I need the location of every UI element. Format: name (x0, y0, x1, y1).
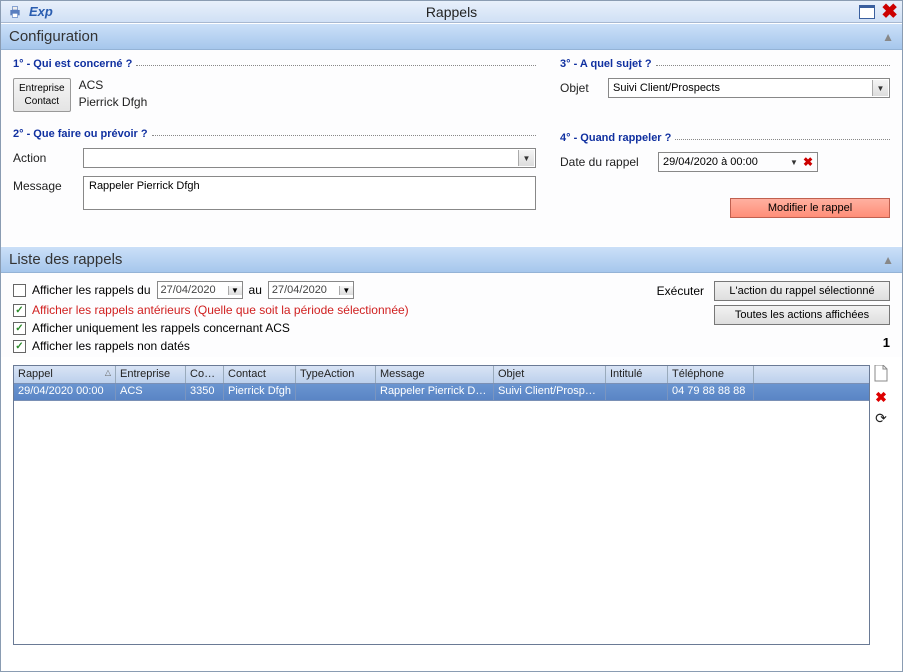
window-title: Rappels (1, 4, 902, 20)
td-int (606, 384, 668, 400)
collapse-triangle-icon[interactable]: ▲ (882, 253, 894, 267)
chevron-down-icon: ▼ (339, 286, 353, 295)
chk-afficher-du-label: Afficher les rappels du (32, 283, 151, 297)
td-entreprise: ACS (116, 384, 186, 400)
q2-fieldset: 2° - Que faire ou prévoir ? Action ▼ Mes… (13, 128, 536, 210)
objet-value: Suivi Client/Prospects (613, 82, 720, 94)
q1-legend: 1° - Qui est concerné ? (13, 58, 132, 70)
td-msg: Rappeler Pierrick Dfgh (376, 384, 494, 400)
chk-acs[interactable] (13, 322, 26, 335)
td-contact: Pierrick Dfgh (224, 384, 296, 400)
date-rappel-input[interactable]: 29/04/2020 à 00:00 ▼ ✖ (658, 152, 818, 172)
date-label: Date du rappel (560, 155, 650, 169)
th-intitule[interactable]: Intitulé (606, 366, 668, 383)
liste-section-title: Liste des rappels (9, 251, 122, 268)
th-message[interactable]: Message (376, 366, 494, 383)
objet-label: Objet (560, 81, 598, 95)
date-rappel-value: 29/04/2020 à 00:00 (661, 156, 787, 168)
q1-fieldset: 1° - Qui est concerné ? Entreprise Conta… (13, 58, 536, 112)
table-wrap: Rappel△ Entreprise Conta Contact TypeAct… (13, 365, 890, 645)
collapse-triangle-icon[interactable]: ▲ (882, 30, 894, 44)
liste-section-header[interactable]: Liste des rappels ▲ (1, 246, 902, 273)
printer-icon (5, 4, 25, 20)
config-body: 1° - Qui est concerné ? Entreprise Conta… (1, 50, 902, 246)
table-header: Rappel△ Entreprise Conta Contact TypeAct… (14, 366, 869, 384)
chevron-down-icon: ▼ (518, 150, 534, 166)
restore-icon[interactable] (859, 5, 875, 19)
rappels-table[interactable]: Rappel△ Entreprise Conta Contact TypeAct… (13, 365, 870, 645)
td-type (296, 384, 376, 400)
th-entreprise[interactable]: Entreprise (116, 366, 186, 383)
q4-fieldset: 4° - Quand rappeler ? Date du rappel 29/… (560, 132, 890, 218)
th-objet[interactable]: Objet (494, 366, 606, 383)
window: Exp Rappels ✖ Configuration ▲ 1° - Qui e… (0, 0, 903, 672)
th-telephone[interactable]: Téléphone (668, 366, 754, 383)
clear-date-icon[interactable]: ✖ (801, 155, 815, 169)
q2-legend: 2° - Que faire ou prévoir ? (13, 128, 148, 140)
q3-fieldset: 3° - A quel sujet ? Objet Suivi Client/P… (560, 58, 890, 98)
liste-body: Afficher les rappels du 27/04/2020▼ au 2… (1, 273, 902, 357)
entreprise-contact-button[interactable]: Entreprise Contact (13, 78, 71, 112)
date-from-input[interactable]: 27/04/2020▼ (157, 281, 243, 299)
chk-anterieurs-label: Afficher les rappels antérieurs (Quelle … (32, 303, 409, 317)
chk-afficher-du[interactable] (13, 284, 26, 297)
td-cid: 3350 (186, 384, 224, 400)
th-rappel[interactable]: Rappel△ (14, 366, 116, 383)
sort-asc-icon: △ (105, 368, 111, 377)
q4-legend: 4° - Quand rappeler ? (560, 132, 671, 144)
delete-icon[interactable]: ✖ (875, 389, 887, 406)
config-section-title: Configuration (9, 28, 98, 45)
au-label: au (249, 283, 262, 297)
th-contact-id[interactable]: Conta (186, 366, 224, 383)
q3-legend: 3° - A quel sujet ? (560, 58, 652, 70)
th-typeaction[interactable]: TypeAction (296, 366, 376, 383)
message-input[interactable] (83, 176, 536, 210)
config-section-header[interactable]: Configuration ▲ (1, 23, 902, 50)
executer-label: Exécuter (657, 284, 704, 298)
chevron-down-icon: ▼ (228, 286, 242, 295)
app-brand: Exp (29, 4, 53, 19)
action-label: Action (13, 151, 73, 165)
entreprise-value: ACS (79, 78, 148, 92)
refresh-icon[interactable]: ⟳ (875, 410, 887, 427)
close-icon[interactable]: ✖ (881, 5, 898, 19)
titlebar: Exp Rappels ✖ (1, 1, 902, 23)
chevron-down-icon: ▼ (872, 80, 888, 96)
contact-value: Pierrick Dfgh (79, 95, 148, 109)
td-tel: 04 79 88 88 88 (668, 384, 754, 400)
action-combo[interactable]: ▼ (83, 148, 536, 168)
date-to-input[interactable]: 27/04/2020▼ (268, 281, 354, 299)
result-count: 1 (714, 335, 890, 350)
chevron-down-icon[interactable]: ▼ (787, 158, 801, 167)
objet-combo[interactable]: Suivi Client/Prospects ▼ (608, 78, 890, 98)
table-row[interactable]: 29/04/2020 00:00 ACS 3350 Pierrick Dfgh … (14, 384, 869, 401)
chk-anterieurs[interactable] (13, 304, 26, 317)
td-obj: Suivi Client/Prospects (494, 384, 606, 400)
new-doc-icon[interactable] (874, 365, 888, 385)
chk-acs-label: Afficher uniquement les rappels concerna… (32, 321, 290, 335)
exec-all-button[interactable]: Toutes les actions affichées (714, 305, 890, 325)
chk-nondates[interactable] (13, 340, 26, 353)
message-label: Message (13, 176, 73, 193)
th-contact[interactable]: Contact (224, 366, 296, 383)
chk-nondates-label: Afficher les rappels non datés (32, 339, 190, 353)
modifier-rappel-button[interactable]: Modifier le rappel (730, 198, 890, 218)
exec-selected-button[interactable]: L'action du rappel sélectionné (714, 281, 890, 301)
td-rappel: 29/04/2020 00:00 (14, 384, 116, 400)
